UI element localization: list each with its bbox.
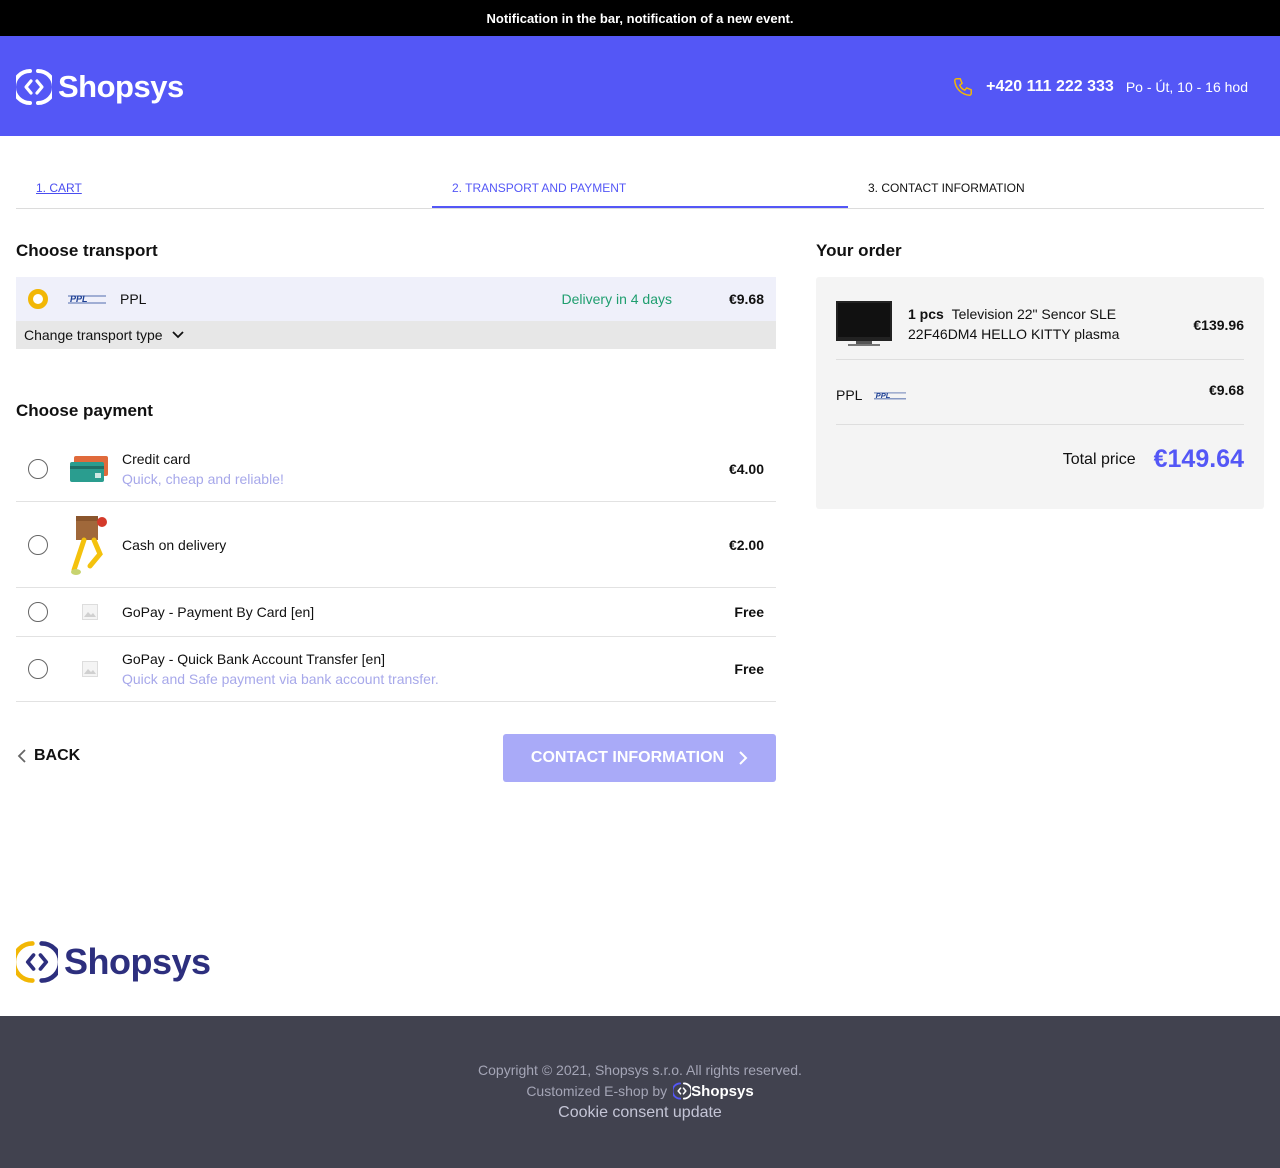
payment-description: Quick and Safe payment via bank account … xyxy=(122,671,439,687)
shopsys-logo-icon xyxy=(673,1082,692,1100)
transport-radio[interactable] xyxy=(28,289,48,309)
payment-option[interactable]: Credit card Quick, cheap and reliable! €… xyxy=(16,437,776,502)
continue-label: CONTACT INFORMATION xyxy=(530,749,725,766)
step-cart[interactable]: 1. CART xyxy=(16,168,432,208)
ppl-logo-icon: PPL xyxy=(874,389,907,401)
payment-price: Free xyxy=(734,661,764,677)
transport-price: €9.68 xyxy=(728,291,764,307)
change-transport-type-button[interactable]: Change transport type xyxy=(16,321,776,349)
cash-on-delivery-icon xyxy=(70,514,110,576)
footer-logo-text: Shopsys xyxy=(691,1082,754,1100)
order-title: Your order xyxy=(816,241,902,260)
transport-option-ppl[interactable]: PPL PPL Delivery in 4 days €9.68 xyxy=(16,277,776,321)
payment-option[interactable]: GoPay - Quick Bank Account Transfer [en]… xyxy=(16,637,776,702)
payment-radio[interactable] xyxy=(28,602,48,622)
footer-logo[interactable]: Shopsys xyxy=(16,940,211,984)
order-total: Total price €149.64 xyxy=(1063,445,1244,474)
ppl-logo-icon: PPL xyxy=(68,293,108,305)
svg-text:PPL: PPL xyxy=(70,294,88,304)
order-transport-price: €9.68 xyxy=(1208,382,1244,398)
shopsys-logo-icon xyxy=(16,941,58,983)
copyright: Copyright © 2021, Shopsys s.r.o. All rig… xyxy=(478,1062,802,1078)
delivery-time: Delivery in 4 days xyxy=(561,291,673,307)
notification-bar: Notification in the bar, notification of… xyxy=(0,0,1280,36)
payment-price: €2.00 xyxy=(728,536,764,553)
payment-radio[interactable] xyxy=(28,459,48,479)
cookie-consent-link[interactable]: Cookie consent update xyxy=(0,1104,1280,1122)
payment-radio[interactable] xyxy=(28,534,48,555)
shopsys-footer-link[interactable]: Shopsys xyxy=(673,1082,754,1100)
chevron-down-icon xyxy=(171,331,184,339)
credit-card-icon xyxy=(70,455,110,483)
payment-price: Free xyxy=(734,604,764,620)
payment-title: Choose payment xyxy=(16,401,153,420)
shopsys-logo-icon xyxy=(16,69,52,105)
logo-text: Shopsys xyxy=(58,69,184,104)
order-item: 1 pcs Television 22" Sencor SLE 22F46DM4… xyxy=(836,297,1244,360)
product-image[interactable] xyxy=(836,301,892,347)
payment-radio[interactable] xyxy=(28,659,48,679)
payment-name: Credit card xyxy=(122,451,191,467)
total-value: €149.64 xyxy=(1153,445,1244,473)
transport-title: Choose transport xyxy=(16,241,158,260)
header-logo[interactable]: Shopsys xyxy=(16,68,184,106)
customized-by: Customized E-shop by xyxy=(526,1083,668,1099)
payment-option[interactable]: GoPay - Payment By Card [en] Free xyxy=(16,588,776,637)
item-quantity: 1 pcs xyxy=(908,306,944,322)
payment-option[interactable]: Cash on delivery €2.00 xyxy=(16,502,776,588)
image-placeholder-icon xyxy=(70,604,110,620)
phone-icon xyxy=(954,78,973,96)
back-button[interactable]: BACK xyxy=(16,747,80,765)
contact-information-button[interactable]: CONTACT INFORMATION xyxy=(503,734,776,782)
logo-text: Shopsys xyxy=(64,941,211,982)
image-placeholder-icon xyxy=(70,661,110,677)
chevron-left-icon xyxy=(17,749,26,763)
total-label: Total price xyxy=(1062,450,1136,468)
transport-name: PPL xyxy=(120,291,147,307)
payment-price: €4.00 xyxy=(728,461,764,477)
header: Shopsys +420 111 222 333 Po - Út, 10 - 1… xyxy=(0,36,1280,136)
back-label: BACK xyxy=(34,747,81,764)
payment-name: GoPay - Quick Bank Account Transfer [en] xyxy=(122,651,386,667)
step-transport-payment: 2. TRANSPORT AND PAYMENT xyxy=(432,168,848,208)
checkout-steps: 1. CART 2. TRANSPORT AND PAYMENT 3. CONT… xyxy=(16,168,1264,209)
opening-hours: Po - Út, 10 - 16 hod xyxy=(1125,79,1248,95)
order-summary: 1 pcs Television 22" Sencor SLE 22F46DM4… xyxy=(816,277,1264,509)
step-contact-information: 3. CONTACT INFORMATION xyxy=(868,181,1025,195)
order-transport: PPL PPL €9.68 xyxy=(836,360,1244,425)
chevron-right-icon xyxy=(739,751,748,765)
contact-info: +420 111 222 333 Po - Út, 10 - 16 hod xyxy=(952,76,1248,98)
payment-name: Cash on delivery xyxy=(122,536,227,553)
change-transport-label: Change transport type xyxy=(24,327,163,343)
order-transport-name: PPL xyxy=(836,387,863,403)
item-price: €139.96 xyxy=(1193,317,1244,333)
payment-name: GoPay - Payment By Card [en] xyxy=(122,604,315,620)
phone-number[interactable]: +420 111 222 333 xyxy=(986,78,1114,96)
footer: Copyright © 2021, Shopsys s.r.o. All rig… xyxy=(0,1016,1280,1168)
payment-description: Quick, cheap and reliable! xyxy=(122,471,284,487)
